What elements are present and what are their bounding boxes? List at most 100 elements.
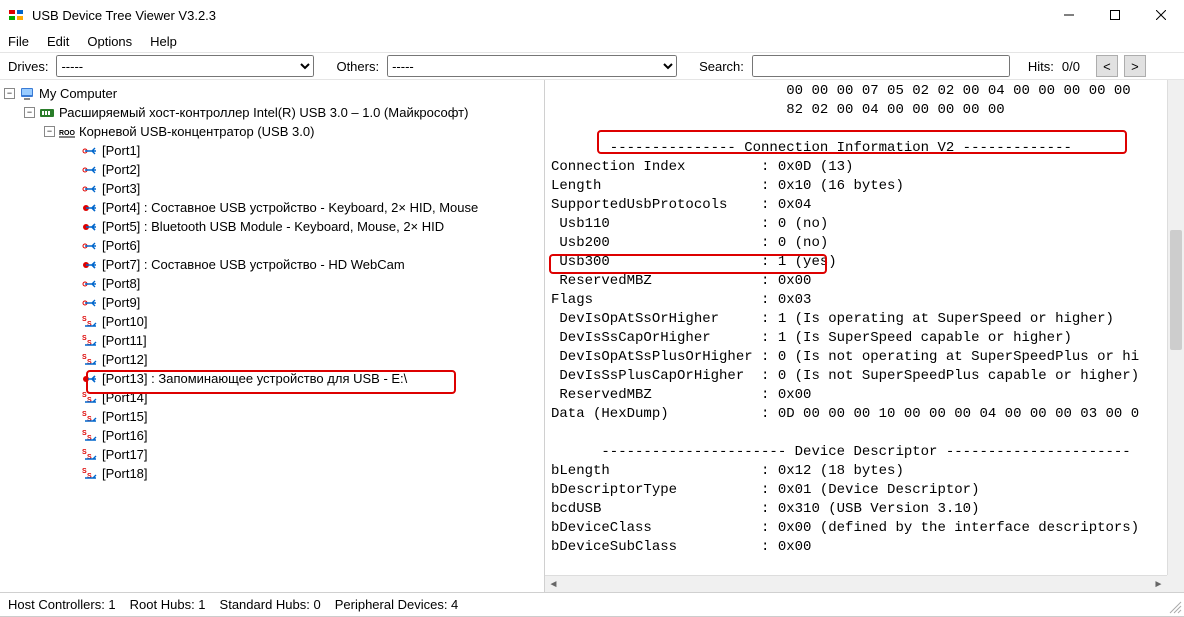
svg-text:S: S xyxy=(87,359,92,366)
minimize-button[interactable] xyxy=(1046,0,1092,30)
tree-port-row[interactable]: [Port2] xyxy=(2,160,542,179)
status-stdhubs: Standard Hubs: 0 xyxy=(220,597,321,612)
menu-file[interactable]: File xyxy=(8,34,29,49)
tree-port-row[interactable]: SS [Port18] xyxy=(2,464,542,483)
usb-port-icon: SS xyxy=(82,447,98,463)
controller-icon xyxy=(39,105,55,121)
usb-port-icon xyxy=(82,276,98,292)
tree-port-label: [Port8] xyxy=(102,276,140,291)
tree-root-row[interactable]: − My Computer xyxy=(2,84,542,103)
status-roothubs: Root Hubs: 1 xyxy=(130,597,206,612)
tree-root-label: My Computer xyxy=(39,86,117,101)
status-host: Host Controllers: 1 xyxy=(8,597,116,612)
statusbar: Host Controllers: 1 Root Hubs: 1 Standar… xyxy=(0,592,1184,616)
maximize-button[interactable] xyxy=(1092,0,1138,30)
tree-port-label: [Port11] xyxy=(102,333,147,348)
svg-text:S: S xyxy=(87,397,92,404)
scroll-corner xyxy=(1167,575,1184,592)
scroll-left-button[interactable]: ◄ xyxy=(545,576,562,593)
tree-port-row[interactable]: SS [Port17] xyxy=(2,445,542,464)
toolbar: Drives: ----- Others: ----- Search: Hits… xyxy=(0,52,1184,80)
tree-port-label: [Port17] xyxy=(102,447,148,462)
usb-port-icon xyxy=(82,181,98,197)
usb-port-icon xyxy=(82,257,98,273)
usb-port-icon: SS xyxy=(82,333,98,349)
tree-port-label: [Port9] xyxy=(102,295,140,310)
usb-port-icon: SS xyxy=(82,428,98,444)
tree-port-row[interactable]: [Port1] xyxy=(2,141,542,160)
usb-port-icon: SS xyxy=(82,409,98,425)
tree-port-row[interactable]: [Port7] : Составное USB устройство - HD … xyxy=(2,255,542,274)
horizontal-scrollbar[interactable]: ◄ ► xyxy=(545,575,1167,592)
menu-options[interactable]: Options xyxy=(87,34,132,49)
tree-controller-row[interactable]: − Расширяемый хост-контроллер Intel(R) U… xyxy=(2,103,542,122)
expander-icon[interactable]: − xyxy=(4,88,15,99)
tree-port-label: [Port1] xyxy=(102,143,140,158)
search-label: Search: xyxy=(699,59,744,74)
prev-hit-button[interactable]: < xyxy=(1096,55,1118,77)
usb-port-icon: SS xyxy=(82,466,98,482)
tree-port-row[interactable]: [Port9] xyxy=(2,293,542,312)
svg-text:S: S xyxy=(87,340,92,347)
app-icon xyxy=(8,7,24,23)
drives-select[interactable]: ----- xyxy=(56,55,314,77)
tree-port-label: [Port3] xyxy=(102,181,140,196)
menu-edit[interactable]: Edit xyxy=(47,34,69,49)
tree-port-label: [Port13] : Запоминающее устройство для U… xyxy=(102,371,407,386)
tree-port-row[interactable]: [Port8] xyxy=(2,274,542,293)
usb-port-icon xyxy=(82,162,98,178)
svg-text:ROOT: ROOT xyxy=(59,130,75,137)
expander-icon[interactable]: − xyxy=(24,107,35,118)
usb-port-icon xyxy=(82,200,98,216)
tree-port-label: [Port10] xyxy=(102,314,148,329)
resize-grip-icon[interactable] xyxy=(1168,600,1182,614)
info-scroll: 00 00 00 07 05 02 02 00 04 00 00 00 00 0… xyxy=(545,80,1184,592)
titlebar: USB Device Tree Viewer V3.2.3 xyxy=(0,0,1184,30)
drives-label: Drives: xyxy=(8,59,48,74)
search-input[interactable] xyxy=(752,55,1010,77)
scroll-right-button[interactable]: ► xyxy=(1150,576,1167,593)
expander-icon[interactable]: − xyxy=(44,126,55,137)
tree-port-row[interactable]: SS[Port14] xyxy=(2,388,542,407)
tree-port-row[interactable]: SS [Port16] xyxy=(2,426,542,445)
tree-port-label: [Port18] xyxy=(102,466,148,481)
menu-help[interactable]: Help xyxy=(150,34,177,49)
svg-text:S: S xyxy=(87,321,92,328)
tree-port-label: [Port6] xyxy=(102,238,140,253)
tree-panel: − My Computer − Расширяемый хост-контрол… xyxy=(0,80,545,592)
vertical-scrollbar[interactable] xyxy=(1167,80,1184,575)
tree-port-row[interactable]: [Port5] : Bluetooth USB Module - Keyboar… xyxy=(2,217,542,236)
info-text[interactable]: 00 00 00 07 05 02 02 00 04 00 00 00 00 0… xyxy=(545,80,1167,575)
next-hit-button[interactable]: > xyxy=(1124,55,1146,77)
close-button[interactable] xyxy=(1138,0,1184,30)
svg-text:S: S xyxy=(87,416,92,423)
tree-scroll[interactable]: − My Computer − Расширяемый хост-контрол… xyxy=(0,80,544,592)
menubar: File Edit Options Help xyxy=(0,30,1184,52)
svg-text:S: S xyxy=(87,454,92,461)
window-title: USB Device Tree Viewer V3.2.3 xyxy=(32,8,216,23)
tree-port-row[interactable]: [Port6] xyxy=(2,236,542,255)
tree-port-label: [Port7] : Составное USB устройство - HD … xyxy=(102,257,405,272)
usb-port-icon xyxy=(82,143,98,159)
tree-port-row[interactable]: [Port13] : Запоминающее устройство для U… xyxy=(2,369,542,388)
tree-port-row[interactable]: [Port4] : Составное USB устройство - Key… xyxy=(2,198,542,217)
hits-value: 0/0 xyxy=(1062,59,1080,74)
info-panel: 00 00 00 07 05 02 02 00 04 00 00 00 00 0… xyxy=(545,80,1184,592)
scrollbar-thumb[interactable] xyxy=(1170,230,1182,350)
usb-port-icon: SS xyxy=(82,314,98,330)
tree-port-row[interactable]: SS [Port11] xyxy=(2,331,542,350)
others-select[interactable]: ----- xyxy=(387,55,677,77)
tree-controller-label: Расширяемый хост-контроллер Intel(R) USB… xyxy=(59,105,468,120)
usb-port-icon xyxy=(82,219,98,235)
tree-port-row[interactable]: SS [Port10] xyxy=(2,312,542,331)
tree-port-row[interactable]: SS [Port15] xyxy=(2,407,542,426)
tree-port-label: [Port15] xyxy=(102,409,148,424)
tree-port-label: [Port4] : Составное USB устройство - Key… xyxy=(102,200,478,215)
usb-port-icon xyxy=(82,238,98,254)
tree-port-row[interactable]: [Port3] xyxy=(2,179,542,198)
root-hub-icon: ROOT xyxy=(59,124,75,140)
tree-hub-row[interactable]: − ROOT Корневой USB-концентратор (USB 3.… xyxy=(2,122,542,141)
hits-label: Hits: xyxy=(1028,59,1054,74)
tree-port-label: [Port16] xyxy=(102,428,148,443)
tree-port-row[interactable]: SS[Port12] xyxy=(2,350,542,369)
